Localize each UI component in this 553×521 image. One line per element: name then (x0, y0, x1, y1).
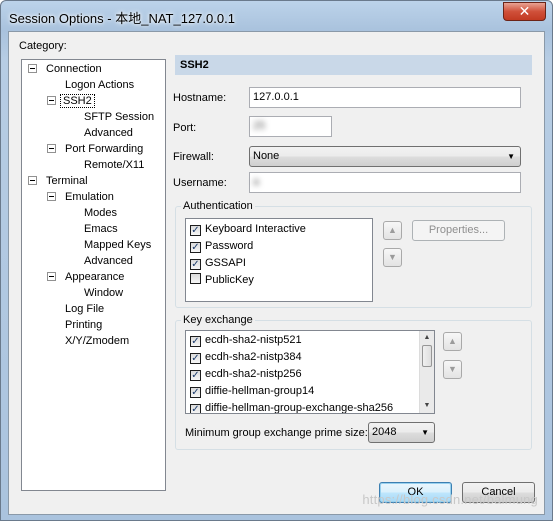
dialog-client-area: Category: Connection Logon Actions SSH2 … (8, 31, 545, 515)
min-prime-label: Minimum group exchange prime size: (185, 427, 368, 439)
scroll-up-icon[interactable]: ▲ (420, 331, 434, 345)
kex-move-down-button[interactable]: ▼ (443, 360, 462, 379)
dropdown-arrow-icon: ▼ (421, 428, 429, 437)
kex-item[interactable]: ✓ diffie-hellman-group14 (190, 383, 314, 400)
auth-move-down-button[interactable]: ▼ (383, 248, 402, 267)
scroll-down-icon[interactable]: ▼ (420, 399, 434, 413)
tree-item-connection[interactable]: Connection (44, 62, 104, 77)
username-input[interactable]: a (249, 172, 521, 193)
tree-item-emulation[interactable]: Emulation (63, 190, 116, 205)
port-label: Port: (173, 122, 197, 134)
authentication-legend: Authentication (181, 200, 255, 212)
authentication-list[interactable]: ✓ Keyboard Interactive ✓ Password ✓ GSSAPI … (185, 218, 373, 302)
firewall-select[interactable]: None ▼ (249, 146, 521, 167)
tree-item-terminal[interactable]: Terminal (44, 174, 90, 189)
tree-item-mapped-keys[interactable]: Mapped Keys (82, 238, 153, 253)
checkbox-checked[interactable]: ✓ (190, 370, 201, 381)
kex-item[interactable]: ✓ ecdh-sha2-nistp256 (190, 366, 302, 383)
tree-item-window[interactable]: Window (82, 286, 125, 301)
window-title: Session Options - 本地_NAT_127.0.0.1 (9, 11, 235, 26)
title-bar[interactable]: Session Options - 本地_NAT_127.0.0.1 ✕ (1, 1, 552, 31)
tree-item-ssh2[interactable]: SSH2 (60, 94, 95, 109)
firewall-value: None (253, 150, 280, 162)
port-input[interactable]: 25 (249, 116, 332, 137)
hostname-input[interactable]: 127.0.0.1 (249, 87, 521, 108)
tree-item-logon-actions[interactable]: Logon Actions (63, 78, 136, 93)
min-prime-select[interactable]: 2048 ▼ (368, 422, 435, 443)
checkbox-checked[interactable]: ✓ (190, 387, 201, 398)
session-options-window: Session Options - 本地_NAT_127.0.0.1 ✕ Cat… (0, 0, 553, 521)
properties-button[interactable]: Properties... (412, 220, 505, 241)
auth-move-up-button[interactable]: ▲ (383, 221, 402, 240)
tree-item-xyzmodem[interactable]: X/Y/Zmodem (63, 334, 131, 349)
checkbox-checked[interactable]: ✓ (190, 404, 201, 413)
username-label: Username: (173, 177, 227, 189)
collapse-toggle-icon[interactable] (28, 176, 37, 185)
kex-scrollbar[interactable]: ▲ ▼ (419, 331, 434, 413)
collapse-toggle-icon[interactable] (47, 96, 56, 105)
checkbox-checked[interactable]: ✓ (190, 259, 201, 270)
auth-item-keyboard-interactive[interactable]: ✓ Keyboard Interactive (190, 221, 306, 238)
tree-item-log-file[interactable]: Log File (63, 302, 106, 317)
collapse-toggle-icon[interactable] (28, 64, 37, 73)
watermark: https://blog.csdn.net/balmung (362, 492, 538, 507)
scroll-thumb[interactable] (422, 345, 432, 367)
auth-item-gssapi[interactable]: ✓ GSSAPI (190, 255, 246, 272)
collapse-toggle-icon[interactable] (47, 272, 56, 281)
auth-item-password[interactable]: ✓ Password (190, 238, 253, 255)
checkbox-checked[interactable]: ✓ (190, 353, 201, 364)
tree-item-modes[interactable]: Modes (82, 206, 119, 221)
username-value: a (253, 176, 260, 188)
section-title: SSH2 (175, 55, 532, 75)
collapse-toggle-icon[interactable] (47, 144, 56, 153)
hostname-label: Hostname: (173, 92, 227, 104)
tree-item-appearance[interactable]: Appearance (63, 270, 126, 285)
kex-move-up-button[interactable]: ▲ (443, 332, 462, 351)
firewall-label: Firewall: (173, 151, 214, 163)
checkbox-checked[interactable]: ✓ (190, 336, 201, 347)
checkbox-unchecked[interactable] (190, 273, 201, 284)
tree-item-emacs[interactable]: Emacs (82, 222, 120, 237)
category-tree[interactable]: Connection Logon Actions SSH2 SFTP Sessi… (21, 59, 166, 491)
tree-item-sftp-session[interactable]: SFTP Session (82, 110, 156, 125)
category-label: Category: (19, 40, 67, 52)
close-button[interactable]: ✕ (503, 2, 546, 21)
key-exchange-list[interactable]: ✓ ecdh-sha2-nistp521 ✓ ecdh-sha2-nistp384 … (185, 330, 435, 414)
dropdown-arrow-icon: ▼ (507, 152, 515, 161)
kex-item[interactable]: ✓ diffie-hellman-group-exchange-sha256 (190, 400, 393, 413)
checkbox-checked[interactable]: ✓ (190, 225, 201, 236)
key-exchange-legend: Key exchange (181, 314, 255, 326)
tree-item-port-forwarding[interactable]: Port Forwarding (63, 142, 145, 157)
min-prime-value: 2048 (372, 426, 397, 438)
collapse-toggle-icon[interactable] (47, 192, 56, 201)
checkbox-checked[interactable]: ✓ (190, 242, 201, 253)
kex-item[interactable]: ✓ ecdh-sha2-nistp384 (190, 349, 302, 366)
tree-item-ssh2-advanced[interactable]: Advanced (82, 126, 135, 141)
tree-item-printing[interactable]: Printing (63, 318, 104, 333)
tree-item-emulation-advanced[interactable]: Advanced (82, 254, 135, 269)
auth-item-publickey[interactable]: PublicKey (190, 272, 254, 289)
kex-item[interactable]: ✓ ecdh-sha2-nistp521 (190, 332, 302, 349)
tree-item-remote-x11[interactable]: Remote/X11 (82, 158, 146, 173)
port-value: 25 (253, 120, 266, 132)
